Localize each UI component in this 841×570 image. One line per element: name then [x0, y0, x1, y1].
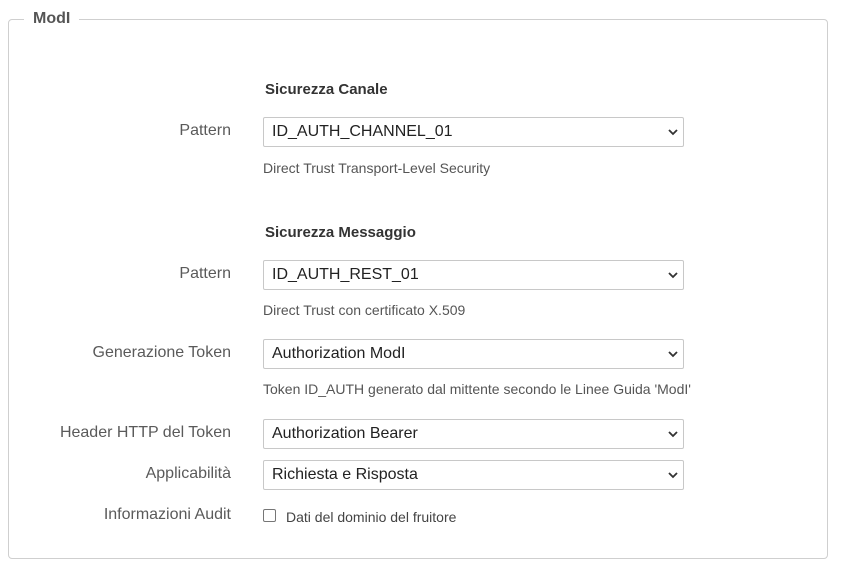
token-generation-select[interactable]: Authorization ModI	[263, 339, 684, 369]
channel-pattern-label: Pattern	[179, 122, 231, 139]
token-generation-label: Generazione Token	[92, 344, 231, 361]
token-header-select[interactable]: Authorization Bearer	[263, 419, 684, 449]
audit-domain-checkbox[interactable]	[263, 509, 276, 522]
chevron-down-icon	[663, 419, 683, 449]
audit-info-label: Informazioni Audit	[103, 506, 231, 523]
applicability-label: Applicabilità	[145, 465, 231, 482]
message-pattern-hint: Direct Trust con certificato X.509	[263, 302, 466, 318]
token-generation-value: Authorization ModI	[272, 345, 406, 362]
channel-pattern-hint: Direct Trust Transport-Level Security	[263, 160, 491, 176]
channel-pattern-select[interactable]: ID_AUTH_CHANNEL_01	[263, 117, 684, 147]
token-header-label: Header HTTP del Token	[59, 424, 231, 441]
chevron-down-icon	[663, 460, 683, 490]
section-title-message-security: Sicurezza Messaggio	[265, 224, 416, 241]
chevron-down-icon	[663, 117, 683, 147]
chevron-down-icon	[663, 260, 683, 290]
channel-pattern-value: ID_AUTH_CHANNEL_01	[272, 123, 453, 140]
section-title-channel-security: Sicurezza Canale	[265, 81, 388, 98]
fieldset-legend: ModI	[24, 9, 80, 29]
audit-domain-checkbox-label[interactable]: Dati del dominio del fruitore	[286, 508, 456, 526]
message-pattern-value: ID_AUTH_REST_01	[272, 266, 419, 283]
token-header-value: Authorization Bearer	[272, 425, 418, 442]
message-pattern-select[interactable]: ID_AUTH_REST_01	[263, 260, 684, 290]
chevron-down-icon	[663, 339, 683, 369]
applicability-value: Richiesta e Risposta	[272, 466, 418, 483]
message-pattern-label: Pattern	[179, 265, 231, 282]
applicability-select[interactable]: Richiesta e Risposta	[263, 460, 684, 490]
token-generation-hint: Token ID_AUTH generato dal mittente seco…	[263, 381, 691, 397]
